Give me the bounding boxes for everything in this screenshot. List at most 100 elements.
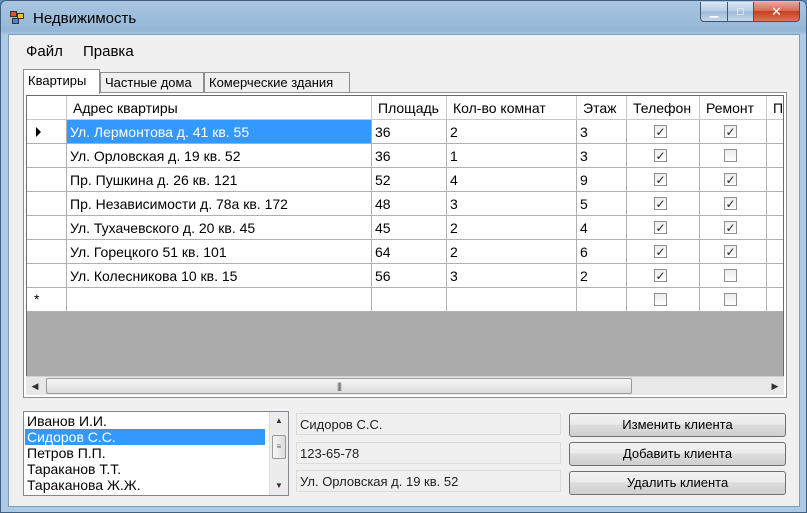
cell-area[interactable]: 45 bbox=[372, 216, 447, 240]
repair-checkbox[interactable] bbox=[724, 293, 737, 306]
col-header-address[interactable]: Адрес квартиры bbox=[67, 96, 372, 120]
repair-checkbox[interactable]: ✓ bbox=[724, 221, 737, 234]
client-list-item[interactable]: Петров П.П. bbox=[25, 445, 265, 461]
repair-checkbox[interactable] bbox=[724, 149, 737, 162]
cell-floor[interactable]: 5 bbox=[577, 192, 627, 216]
cell-address[interactable]: Ул. Орловская д. 19 кв. 52 bbox=[67, 144, 372, 168]
row-header[interactable] bbox=[27, 168, 67, 192]
cell-address[interactable]: Пр. Пушкина д. 26 кв. 121 bbox=[67, 168, 372, 192]
row-header[interactable] bbox=[27, 264, 67, 288]
cell-floor[interactable]: 9 bbox=[577, 168, 627, 192]
cell-rooms[interactable]: 4 bbox=[447, 168, 577, 192]
cell-floor[interactable]: 2 bbox=[577, 264, 627, 288]
scroll-thumb[interactable]: ≡ bbox=[272, 435, 286, 459]
cell-floor[interactable]: 3 bbox=[577, 144, 627, 168]
cell-area[interactable]: 52 bbox=[372, 168, 447, 192]
row-header[interactable] bbox=[27, 216, 67, 240]
repair-checkbox[interactable]: ✓ bbox=[724, 197, 737, 210]
scroll-thumb[interactable]: ||| bbox=[46, 378, 632, 394]
client-phone-field[interactable]: 123-65-78 bbox=[296, 442, 561, 464]
col-header-repair[interactable]: Ремонт bbox=[700, 96, 767, 120]
client-list-item[interactable]: Сидоров С.С. bbox=[25, 429, 265, 445]
col-header-phone[interactable]: Телефон bbox=[627, 96, 700, 120]
cell-extra[interactable] bbox=[767, 192, 783, 216]
phone-checkbox[interactable]: ✓ bbox=[654, 173, 667, 186]
cell-floor[interactable] bbox=[577, 288, 627, 312]
edit-client-button[interactable]: Изменить клиента bbox=[569, 413, 786, 437]
col-header-rooms[interactable]: Кол-во комнат bbox=[447, 96, 577, 120]
cell-address[interactable] bbox=[67, 288, 372, 312]
scroll-down-icon[interactable]: ▼ bbox=[270, 477, 288, 495]
tab-private-houses[interactable]: Частные дома bbox=[100, 72, 204, 93]
cell-rooms[interactable]: 2 bbox=[447, 216, 577, 240]
phone-checkbox[interactable]: ✓ bbox=[654, 149, 667, 162]
title-bar[interactable]: Недвижимость ▁ □ ✕ bbox=[1, 1, 806, 35]
col-header-extra[interactable]: П bbox=[767, 96, 783, 120]
client-name-field[interactable]: Сидоров С.С. bbox=[296, 413, 561, 435]
row-header[interactable] bbox=[27, 120, 67, 144]
cell-area[interactable]: 36 bbox=[372, 144, 447, 168]
scroll-up-icon[interactable]: ▲ bbox=[270, 412, 288, 430]
cell-area[interactable]: 64 bbox=[372, 240, 447, 264]
col-header-area[interactable]: Площадь bbox=[372, 96, 447, 120]
cell-floor[interactable]: 6 bbox=[577, 240, 627, 264]
vertical-scrollbar[interactable]: ▲ ≡ ▼ bbox=[269, 412, 288, 495]
cell-rooms[interactable]: 3 bbox=[447, 192, 577, 216]
phone-checkbox[interactable]: ✓ bbox=[654, 269, 667, 282]
tab-apartments[interactable]: Квартиры bbox=[23, 69, 100, 94]
menu-edit[interactable]: Правка bbox=[83, 43, 134, 60]
maximize-button[interactable]: □ bbox=[728, 2, 754, 22]
delete-client-button[interactable]: Удалить клиента bbox=[569, 471, 786, 495]
cell-area[interactable]: 48 bbox=[372, 192, 447, 216]
cell-rooms[interactable]: 2 bbox=[447, 120, 577, 144]
phone-checkbox[interactable]: ✓ bbox=[654, 125, 667, 138]
repair-checkbox[interactable]: ✓ bbox=[724, 125, 737, 138]
tab-commercial-buildings[interactable]: Комерческие здания bbox=[204, 72, 350, 93]
cell-rooms[interactable]: 3 bbox=[447, 264, 577, 288]
row-header[interactable]: * bbox=[27, 288, 67, 312]
cell-area[interactable]: 56 bbox=[372, 264, 447, 288]
minimize-button[interactable]: ▁ bbox=[700, 2, 728, 22]
cell-extra[interactable] bbox=[767, 120, 783, 144]
cell-address[interactable]: Ул. Лермонтова д. 41 кв. 55 bbox=[67, 120, 372, 144]
cell-extra[interactable] bbox=[767, 216, 783, 240]
add-client-button[interactable]: Добавить клиента bbox=[569, 442, 786, 466]
repair-checkbox[interactable]: ✓ bbox=[724, 245, 737, 258]
cell-floor[interactable]: 4 bbox=[577, 216, 627, 240]
client-list-item[interactable]: Тараканов Т.Т. bbox=[25, 461, 265, 477]
horizontal-scrollbar[interactable]: ◀ ||| ▶ bbox=[26, 376, 784, 395]
cell-floor[interactable]: 3 bbox=[577, 120, 627, 144]
cell-area[interactable] bbox=[372, 288, 447, 312]
cell-area[interactable]: 36 bbox=[372, 120, 447, 144]
cell-rooms[interactable]: 1 bbox=[447, 144, 577, 168]
menu-file[interactable]: Файл bbox=[26, 43, 63, 60]
phone-checkbox[interactable]: ✓ bbox=[654, 245, 667, 258]
phone-checkbox[interactable] bbox=[654, 293, 667, 306]
cell-extra[interactable] bbox=[767, 264, 783, 288]
cell-address[interactable]: Ул. Колесникова 10 кв. 15 bbox=[67, 264, 372, 288]
cell-address[interactable]: Ул. Горецкого 51 кв. 101 bbox=[67, 240, 372, 264]
row-header[interactable] bbox=[27, 240, 67, 264]
cell-extra[interactable] bbox=[767, 144, 783, 168]
phone-checkbox[interactable]: ✓ bbox=[654, 221, 667, 234]
row-header[interactable] bbox=[27, 192, 67, 216]
cell-rooms[interactable] bbox=[447, 288, 577, 312]
client-list-item[interactable]: Тараканова Ж.Ж. bbox=[25, 477, 265, 493]
scroll-left-icon[interactable]: ◀ bbox=[26, 377, 44, 395]
repair-checkbox[interactable]: ✓ bbox=[724, 173, 737, 186]
cell-extra[interactable] bbox=[767, 240, 783, 264]
cell-extra[interactable] bbox=[767, 168, 783, 192]
phone-checkbox[interactable]: ✓ bbox=[654, 197, 667, 210]
cell-address[interactable]: Ул. Тухачевского д. 20 кв. 45 bbox=[67, 216, 372, 240]
close-button[interactable]: ✕ bbox=[754, 2, 800, 22]
apartments-grid[interactable]: Адрес квартиры Площадь Кол-во комнат Эта… bbox=[26, 95, 784, 395]
col-header-floor[interactable]: Этаж bbox=[577, 96, 627, 120]
cell-address[interactable]: Пр. Независимости д. 78а кв. 172 bbox=[67, 192, 372, 216]
cell-rooms[interactable]: 2 bbox=[447, 240, 577, 264]
client-address-field[interactable]: Ул. Орловская д. 19 кв. 52 bbox=[296, 470, 561, 492]
scroll-right-icon[interactable]: ▶ bbox=[766, 377, 784, 395]
repair-checkbox[interactable] bbox=[724, 269, 737, 282]
row-header[interactable] bbox=[27, 144, 67, 168]
cell-extra[interactable] bbox=[767, 288, 783, 312]
client-list-item[interactable]: Иванов И.И. bbox=[25, 413, 265, 429]
